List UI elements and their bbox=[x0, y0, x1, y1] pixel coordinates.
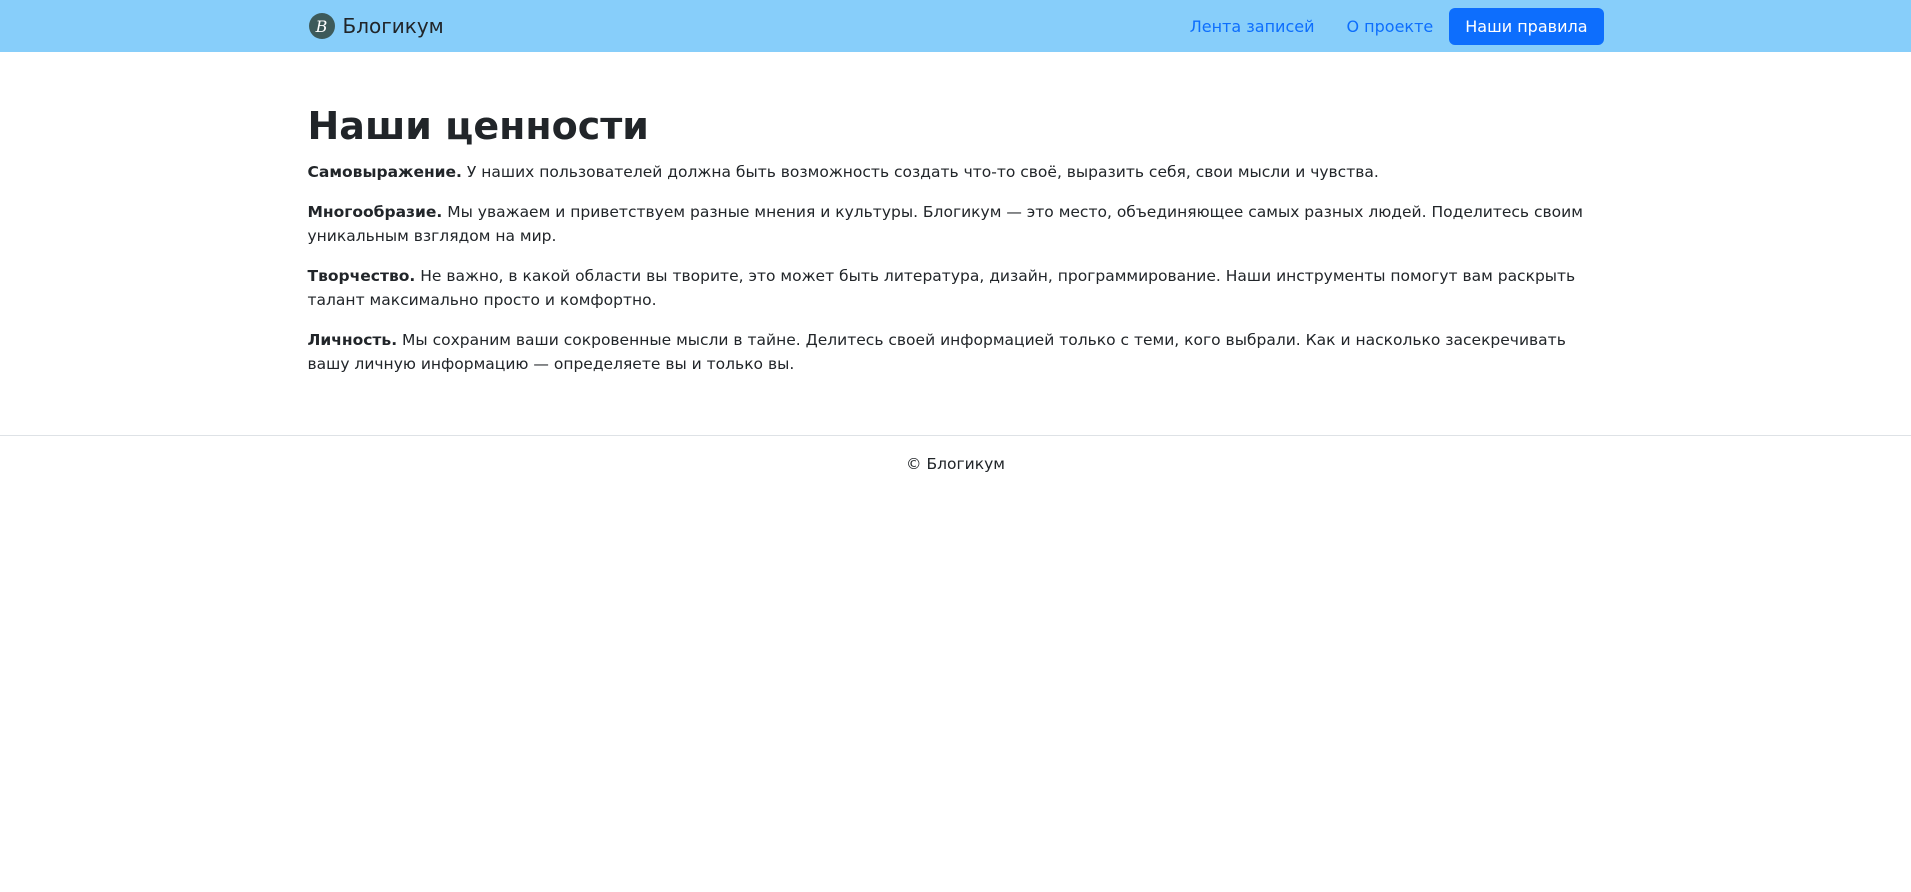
value-paragraph: Личность. Мы сохраним ваши сокровенные м… bbox=[308, 328, 1598, 376]
value-term: Самовыражение. bbox=[307, 162, 462, 181]
main-nav: Лента записей О проекте Наши правила bbox=[1174, 7, 1604, 45]
value-paragraph: Творчество. Не важно, в какой области вы… bbox=[308, 264, 1598, 312]
nav-link-feed[interactable]: Лента записей bbox=[1174, 9, 1331, 44]
footer: © Блогикум bbox=[0, 435, 1911, 473]
value-text: Мы сохраним ваши сокровенные мысли в тай… bbox=[307, 330, 1566, 373]
page-title: Наши ценности bbox=[307, 104, 649, 148]
nav-button-rules[interactable]: Наши правила bbox=[1449, 7, 1604, 45]
footer-copyright: © Блогикум bbox=[906, 455, 1005, 473]
main-content: Наши ценности Самовыражение. У наших пол… bbox=[0, 52, 1911, 376]
navbar: B Блогикум Лента записей О проекте Наши … bbox=[0, 0, 1911, 52]
value-text: Мы уважаем и приветствуем разные мнения … bbox=[307, 202, 1583, 245]
brand-link[interactable]: B Блогикум bbox=[308, 13, 444, 39]
value-term: Творчество. bbox=[307, 266, 416, 285]
navbar-container: B Блогикум Лента записей О проекте Наши … bbox=[308, 0, 1604, 52]
value-text: У наших пользователей должна быть возмож… bbox=[461, 162, 1379, 181]
value-term: Личность. bbox=[307, 330, 398, 349]
nav-link-about[interactable]: О проекте bbox=[1330, 9, 1449, 44]
value-paragraph: Самовыражение. У наших пользователей дол… bbox=[308, 160, 1598, 184]
value-paragraph: Многообразие. Мы уважаем и приветствуем … bbox=[308, 200, 1598, 248]
value-term: Многообразие. bbox=[307, 202, 443, 221]
value-text: Не важно, в какой области вы творите, эт… bbox=[307, 266, 1576, 309]
brand-name: Блогикум bbox=[342, 14, 444, 38]
brand-logo-icon: B bbox=[308, 13, 335, 39]
